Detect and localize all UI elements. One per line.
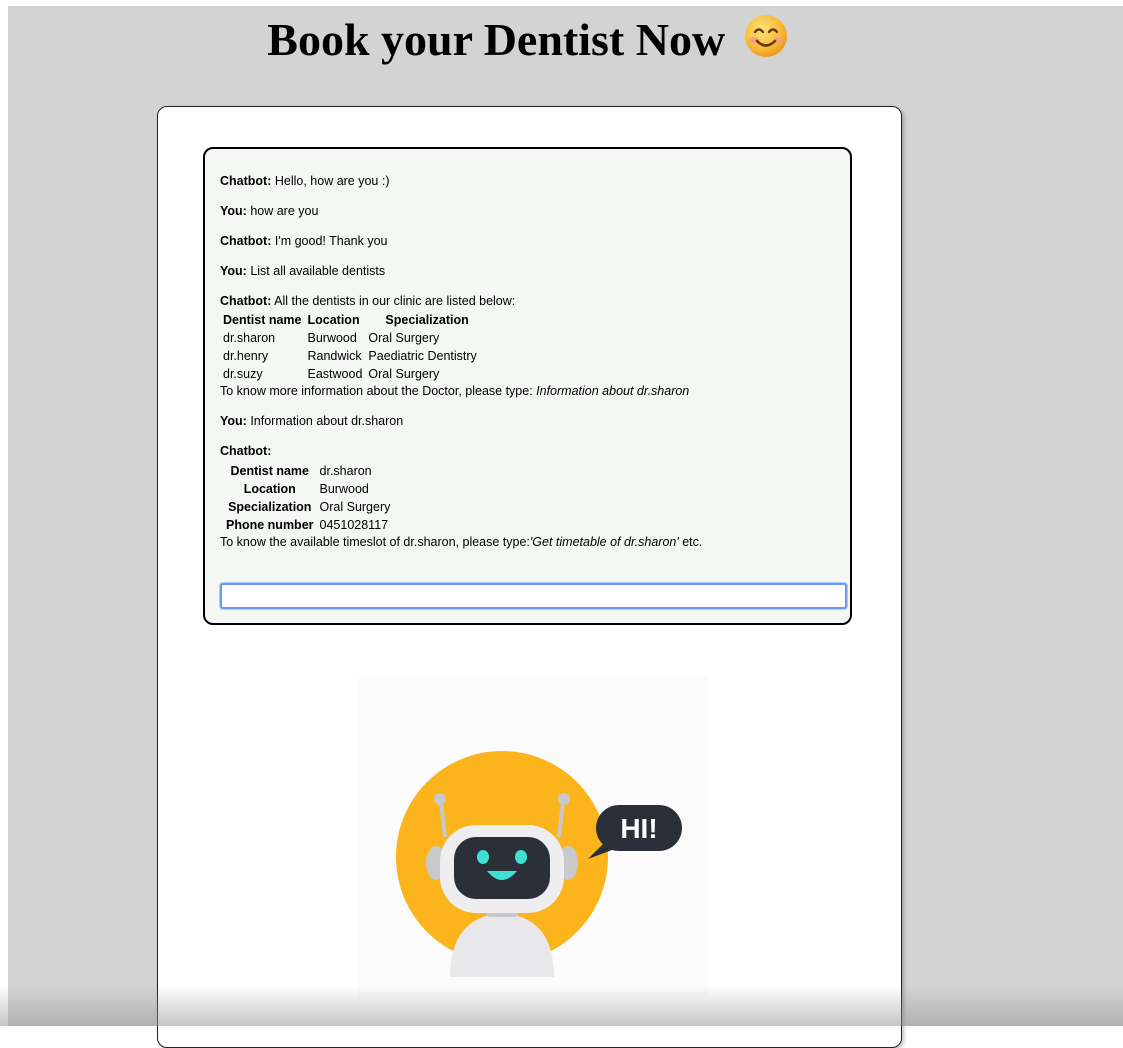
chat-message-dentist-detail: Chatbot: Dentist name dr.sharon Location… bbox=[220, 443, 834, 551]
help-note: To know more information about the Docto… bbox=[220, 383, 834, 400]
help-note: To know the available timeslot of dr.sha… bbox=[220, 534, 834, 551]
speech-bubble-text: HI! bbox=[620, 813, 657, 844]
detail-row: Dentist name dr.sharon bbox=[223, 462, 393, 480]
table-cell: Randwick bbox=[307, 349, 362, 363]
help-note-example: Information about dr.sharon bbox=[536, 384, 690, 398]
message-text: Information about dr.sharon bbox=[250, 414, 404, 428]
robot-hi-icon: HI! bbox=[396, 751, 682, 977]
table-cell: dr.suzy bbox=[223, 367, 263, 381]
detail-row: Phone number 0451028117 bbox=[223, 516, 393, 534]
message-speaker: Chatbot: bbox=[220, 444, 272, 458]
table-cell: Oral Surgery bbox=[368, 367, 440, 381]
detail-row: Specialization Oral Surgery bbox=[223, 498, 393, 516]
chat-message: Chatbot: Hello, how are you :) bbox=[220, 173, 834, 190]
table-cell: dr.henry bbox=[223, 349, 269, 363]
column-header: Dentist name bbox=[223, 313, 302, 327]
message-speaker: You: bbox=[220, 264, 247, 278]
detail-value: dr.sharon bbox=[319, 464, 372, 478]
smiling-face-emoji-icon bbox=[743, 13, 789, 72]
detail-label: Phone number bbox=[226, 517, 314, 532]
chat-card: Chatbot: Hello, how are you :) You: how … bbox=[157, 106, 902, 1048]
table-row: dr.sharon Burwood Oral Surgery bbox=[220, 329, 480, 347]
dentist-table: Dentist name Location Specialization dr.… bbox=[220, 312, 480, 383]
column-header: Location bbox=[307, 313, 360, 327]
detail-label: Specialization bbox=[228, 499, 312, 514]
chat-message: You: how are you bbox=[220, 203, 834, 220]
chat-message: You: List all available dentists bbox=[220, 263, 834, 280]
chat-message: You: Information about dr.sharon bbox=[220, 413, 834, 430]
column-header: Specialization bbox=[385, 313, 469, 327]
detail-value: Burwood bbox=[319, 482, 369, 496]
message-speaker: You: bbox=[220, 414, 247, 428]
robot-illustration: HI! bbox=[358, 677, 708, 997]
table-cell: Paediatric Dentistry bbox=[368, 349, 477, 363]
detail-value: Oral Surgery bbox=[319, 500, 391, 514]
chat-message: Chatbot: I'm good! Thank you bbox=[220, 233, 834, 250]
message-text: I'm good! Thank you bbox=[274, 234, 388, 248]
chat-message-dentist-list: Chatbot: All the dentists in our clinic … bbox=[220, 293, 834, 400]
detail-value: 0451028117 bbox=[319, 518, 389, 532]
help-note-suffix: etc. bbox=[678, 535, 703, 549]
message-text: how are you bbox=[250, 204, 319, 218]
message-text: All the dentists in our clinic are liste… bbox=[274, 294, 516, 308]
chat-input[interactable] bbox=[220, 583, 847, 609]
message-text: Hello, how are you :) bbox=[274, 174, 390, 188]
help-note-text: To know more information about the Docto… bbox=[220, 384, 537, 398]
message-speaker: You: bbox=[220, 204, 247, 218]
message-speaker: Chatbot: bbox=[220, 174, 272, 188]
message-text: List all available dentists bbox=[250, 264, 386, 278]
page-title-text: Book your Dentist Now bbox=[267, 14, 726, 65]
chat-log[interactable]: Chatbot: Hello, how are you :) You: how … bbox=[203, 147, 852, 625]
bottom-shadow bbox=[0, 986, 1123, 1026]
table-cell: dr.sharon bbox=[223, 331, 276, 345]
detail-label: Location bbox=[243, 481, 296, 496]
table-row: dr.henry Randwick Paediatric Dentistry bbox=[220, 347, 480, 365]
help-note-text: To know the available timeslot of dr.sha… bbox=[220, 535, 530, 549]
message-speaker: Chatbot: bbox=[220, 294, 272, 308]
dentist-detail-table: Dentist name dr.sharon Location Burwood … bbox=[223, 462, 393, 534]
table-cell: Eastwood bbox=[307, 367, 363, 381]
message-speaker: Chatbot: bbox=[220, 234, 272, 248]
table-cell: Oral Surgery bbox=[368, 331, 440, 345]
help-note-example: 'Get timetable of dr.sharon' bbox=[529, 535, 679, 549]
detail-row: Location Burwood bbox=[223, 480, 393, 498]
page-title: Book your Dentist Now bbox=[0, 12, 1056, 72]
table-row: dr.suzy Eastwood Oral Surgery bbox=[220, 365, 480, 383]
detail-label: Dentist name bbox=[230, 463, 310, 478]
table-cell: Burwood bbox=[307, 331, 357, 345]
